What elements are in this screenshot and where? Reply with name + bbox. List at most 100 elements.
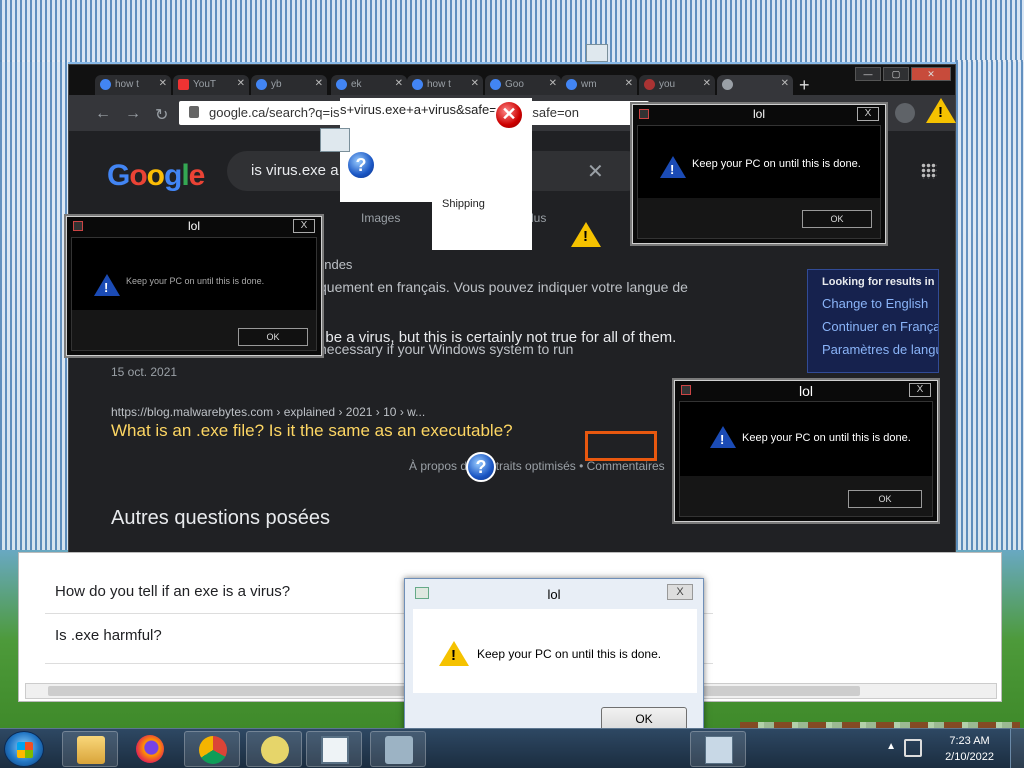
window-icon	[586, 44, 608, 62]
warning-icon	[710, 426, 736, 448]
browser-tab[interactable]: ek ✕	[331, 75, 407, 95]
clear-icon[interactable]: ✕	[587, 159, 604, 184]
continue-language-link[interactable]: Continuer en Français	[822, 319, 938, 334]
close-icon[interactable]: ✕	[549, 78, 557, 89]
new-tab-button[interactable]: +	[799, 75, 810, 96]
taskbar-app[interactable]	[246, 731, 302, 767]
lock-icon	[189, 106, 199, 118]
warning-dialog: lol X Keep your PC on until this is done…	[404, 578, 704, 746]
globe-icon	[722, 79, 733, 90]
maximize-button[interactable]: ▢	[883, 67, 909, 81]
close-icon[interactable]: ✕	[471, 78, 479, 89]
dialog-message: Keep your PC on until this is done.	[692, 158, 861, 170]
taskbar-chrome[interactable]	[184, 731, 240, 767]
dialog-close-button[interactable]: X	[293, 219, 315, 233]
question-icon: ?	[466, 452, 496, 482]
network-icon	[385, 736, 413, 764]
google-icon	[566, 79, 577, 90]
youtube-icon	[178, 79, 189, 90]
google-icon	[412, 79, 423, 90]
profile-icon[interactable]	[895, 103, 915, 123]
browser-tab[interactable]: how t ✕	[95, 75, 171, 95]
dialog-body: Keep your PC on until this is done. OK	[71, 237, 317, 351]
apps-grid-icon[interactable]	[921, 163, 937, 179]
list-item[interactable]: Is .exe harmful?	[55, 627, 162, 644]
dialog-close-button[interactable]: X	[667, 584, 693, 600]
dialog-body: Keep your PC on until this is done. OK	[679, 401, 933, 517]
highlight-box	[585, 431, 657, 461]
change-language-link[interactable]: Change to English	[822, 296, 938, 311]
language-box: Looking for results in Change to English…	[807, 269, 939, 373]
glitch-stripes	[0, 0, 1024, 62]
google-icon	[256, 79, 267, 90]
dialog-close-button[interactable]: X	[857, 107, 879, 121]
window-icon	[320, 128, 350, 152]
network-icon[interactable]	[904, 739, 922, 757]
dialog-message: Keep your PC on until this is done.	[742, 432, 911, 444]
reload-icon[interactable]: ↻	[155, 105, 168, 125]
result-url[interactable]: https://blog.malwarebytes.com › explaine…	[111, 405, 425, 419]
language-settings-link[interactable]: Paramètres de langue	[822, 342, 938, 357]
show-desktop-button[interactable]	[1010, 729, 1024, 768]
firefox-icon	[136, 735, 164, 763]
warning-icon	[571, 222, 601, 247]
window-icon	[321, 736, 349, 764]
taskbar-app[interactable]	[690, 731, 746, 767]
close-icon[interactable]: ✕	[237, 78, 245, 89]
result-title-link[interactable]: What is an .exe file? Is it the same as …	[111, 421, 513, 441]
taskbar-app[interactable]	[370, 731, 426, 767]
error-dialog: lol X Keep your PC on until this is done…	[674, 380, 938, 522]
result-date: 15 oct. 2021	[111, 365, 178, 379]
google-logo[interactable]: Google	[107, 159, 205, 193]
error-dialog: lol X Keep your PC on until this is done…	[632, 104, 886, 244]
browser-tab[interactable]: YouT ✕	[173, 75, 249, 95]
close-icon[interactable]: ✕	[315, 78, 323, 89]
warning-icon	[926, 98, 956, 123]
browser-tab[interactable]: you ✕	[639, 75, 715, 95]
browser-tab[interactable]: Goo ✕	[485, 75, 561, 95]
people-also-ask-heading: Autres questions posées	[111, 507, 331, 529]
clock[interactable]: 7:23 AM 2/10/2022	[945, 733, 994, 765]
browser-tab[interactable]: wm ✕	[561, 75, 637, 95]
ok-button[interactable]: OK	[802, 210, 872, 228]
result-snippet: necessary if your Windows system to run	[319, 341, 574, 357]
close-window-button[interactable]: ✕	[911, 67, 951, 81]
shipping-label: Shipping	[432, 170, 532, 250]
calculator-icon	[705, 736, 733, 764]
window-controls: — ▢ ✕	[855, 67, 951, 81]
list-item[interactable]: How do you tell if an exe is a virus?	[55, 583, 290, 600]
forward-icon[interactable]: →	[125, 105, 141, 123]
virus-icon	[644, 79, 655, 90]
back-icon[interactable]: ←	[95, 105, 111, 123]
snippet-footer[interactable]: À propos des extraits optimisés • Commen…	[409, 459, 665, 473]
error-icon: ✕	[494, 100, 524, 130]
minimize-button[interactable]: —	[855, 67, 881, 81]
close-icon[interactable]: ✕	[781, 78, 789, 89]
taskbar-firefox[interactable]	[122, 731, 178, 767]
chat-icon	[261, 736, 289, 764]
browser-tab[interactable]: yb ✕	[251, 75, 327, 95]
close-icon[interactable]: ✕	[703, 78, 711, 89]
close-icon[interactable]: ✕	[159, 78, 167, 89]
chrome-icon	[199, 736, 227, 764]
taskbar-explorer[interactable]	[62, 731, 118, 767]
error-dialog: lol X Keep your PC on until this is done…	[66, 216, 322, 356]
browser-tab[interactable]: how t ✕	[407, 75, 483, 95]
dialog-close-button[interactable]: X	[909, 383, 931, 397]
tab-images[interactable]: Images	[361, 211, 400, 225]
browser-tab-active[interactable]: ✕	[717, 75, 793, 95]
glitch-url-fragment: s+virus.exe+a+virus&safe=a	[340, 102, 505, 117]
dialog-title: lol	[187, 219, 200, 233]
taskbar-app[interactable]	[306, 731, 362, 767]
start-button[interactable]	[4, 731, 44, 767]
close-icon[interactable]: ✕	[395, 78, 403, 89]
ok-button[interactable]: OK	[238, 328, 308, 346]
dialog-body: Keep your PC on until this is done. OK	[637, 125, 881, 239]
close-icon[interactable]: ✕	[625, 78, 633, 89]
glitch-stripes	[0, 60, 68, 550]
dialog-title: lol	[798, 383, 813, 399]
dialog-title: lol	[752, 107, 765, 121]
ok-button[interactable]: OK	[848, 490, 922, 508]
tray-expand-icon[interactable]: ▲	[886, 741, 896, 752]
folder-icon	[77, 736, 105, 764]
